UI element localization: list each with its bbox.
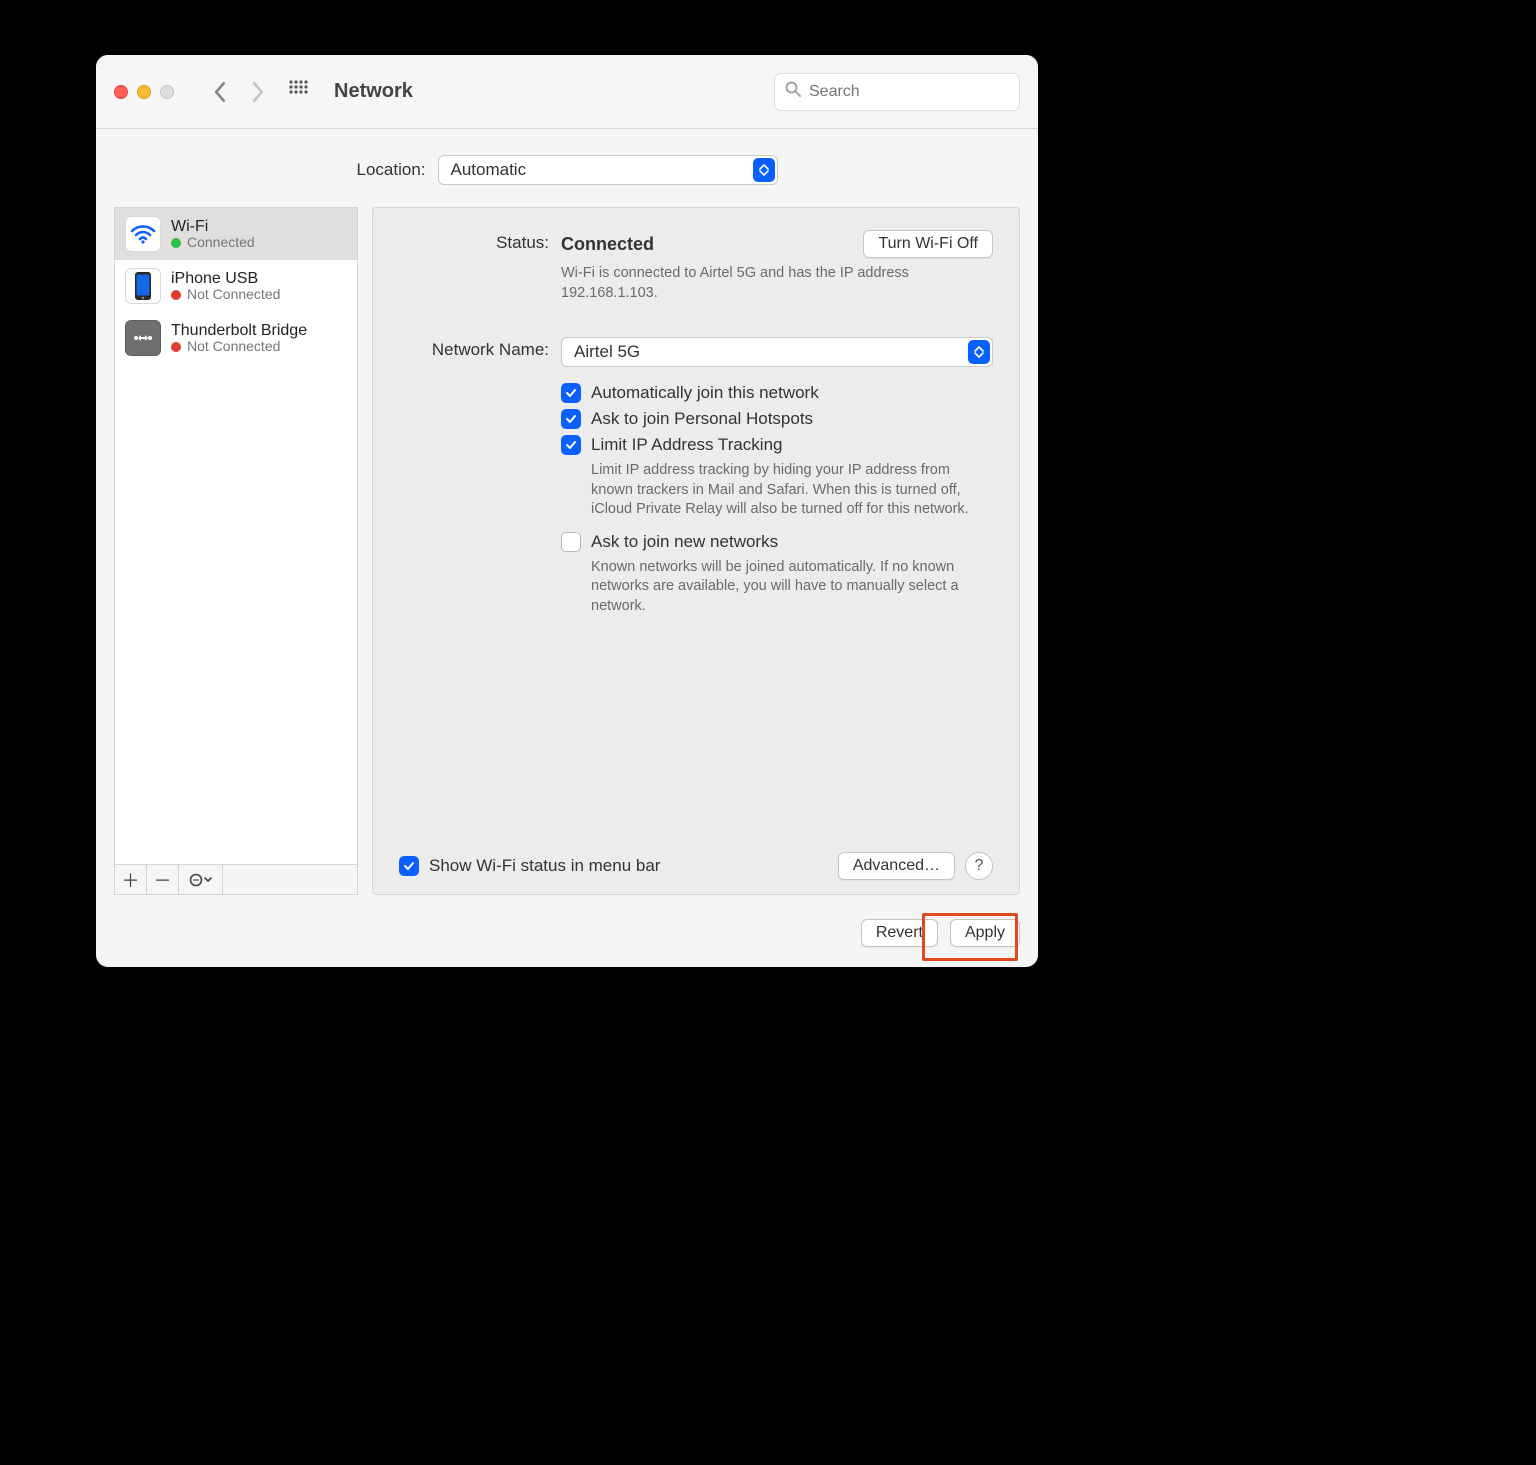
location-row: Location: Automatic (96, 129, 1038, 207)
checkbox-checked-icon (561, 383, 581, 403)
turn-wifi-off-button[interactable]: Turn Wi-Fi Off (863, 230, 993, 258)
checkbox-checked-icon (561, 435, 581, 455)
service-footer-blank (223, 865, 357, 894)
service-item-iphone-usb[interactable]: iPhone USB Not Connected (115, 260, 357, 312)
show-all-icon[interactable] (288, 79, 308, 104)
network-name-value: Airtel 5G (574, 342, 640, 362)
remove-service-button[interactable]: － (147, 865, 179, 894)
limit-ip-tracking-checkbox[interactable]: Limit IP Address Tracking (561, 435, 993, 455)
limit-ip-tracking-hint: Limit IP address tracking by hiding your… (591, 461, 993, 520)
status-dot-icon (171, 342, 181, 352)
help-button[interactable]: ? (965, 852, 993, 880)
service-item-wifi[interactable]: Wi-Fi Connected (115, 208, 357, 260)
status-dot-icon (171, 290, 181, 300)
apply-button[interactable]: Apply (950, 919, 1020, 947)
status-label: Status: (399, 230, 561, 253)
search-field[interactable] (774, 73, 1020, 111)
minimize-window-button[interactable] (137, 85, 151, 99)
close-window-button[interactable] (114, 85, 128, 99)
checkbox-checked-icon (561, 409, 581, 429)
content-area: Wi-Fi Connected iPhone USB Not Connected (96, 207, 1038, 909)
zoom-window-button[interactable] (160, 85, 174, 99)
back-button[interactable] (206, 75, 234, 109)
service-item-thunderbolt-bridge[interactable]: Thunderbolt Bridge Not Connected (115, 312, 357, 364)
forward-button[interactable] (244, 75, 272, 109)
search-input[interactable] (809, 83, 1016, 101)
service-name: Wi-Fi (171, 218, 255, 236)
ask-join-networks-checkbox[interactable]: Ask to join new networks (561, 532, 993, 552)
auto-join-checkbox[interactable]: Automatically join this network (561, 383, 993, 403)
location-select[interactable]: Automatic (438, 155, 778, 185)
chevron-left-icon (213, 82, 227, 102)
status-dot-icon (171, 238, 181, 248)
service-list-footer: ＋ － (115, 864, 357, 894)
window-controls (114, 85, 174, 99)
revert-button[interactable]: Revert (861, 919, 938, 947)
status-description: Wi-Fi is connected to Airtel 5G and has … (561, 264, 993, 303)
chevron-right-icon (251, 82, 265, 102)
network-name-label: Network Name: (399, 337, 561, 360)
window-footer: Revert Apply (96, 909, 1038, 967)
select-stepper-icon (753, 158, 775, 182)
wifi-icon (125, 216, 161, 252)
location-value: Automatic (451, 160, 527, 180)
ask-join-networks-hint: Known networks will be joined automatica… (591, 558, 993, 617)
thunderbolt-bridge-icon (125, 320, 161, 356)
select-stepper-icon (968, 340, 990, 364)
window-title: Network (334, 80, 413, 103)
location-label: Location: (357, 160, 426, 180)
iphone-icon (125, 268, 161, 304)
service-name: iPhone USB (171, 270, 280, 288)
service-status: Not Connected (171, 339, 307, 354)
network-name-select[interactable]: Airtel 5G (561, 337, 993, 367)
personal-hotspots-checkbox[interactable]: Ask to join Personal Hotspots (561, 409, 993, 429)
advanced-button[interactable]: Advanced… (838, 852, 955, 880)
search-icon (785, 81, 801, 102)
service-status: Connected (171, 235, 255, 250)
service-options-button[interactable] (179, 865, 223, 894)
service-sidebar: Wi-Fi Connected iPhone USB Not Connected (114, 207, 358, 895)
network-preferences-window: Network Location: Automatic (96, 55, 1038, 967)
toolbar: Network (96, 55, 1038, 129)
show-wifi-menu-checkbox[interactable]: Show Wi-Fi status in menu bar (399, 856, 660, 876)
add-service-button[interactable]: ＋ (115, 865, 147, 894)
detail-pane: Status: Connected Turn Wi-Fi Off Wi-Fi i… (372, 207, 1020, 895)
status-value: Connected (561, 234, 654, 255)
checkbox-unchecked-icon (561, 532, 581, 552)
detail-footer: Show Wi-Fi status in menu bar Advanced… … (399, 852, 993, 880)
service-list: Wi-Fi Connected iPhone USB Not Connected (115, 208, 357, 864)
checkbox-checked-icon (399, 856, 419, 876)
service-status: Not Connected (171, 287, 280, 302)
service-name: Thunderbolt Bridge (171, 322, 307, 340)
